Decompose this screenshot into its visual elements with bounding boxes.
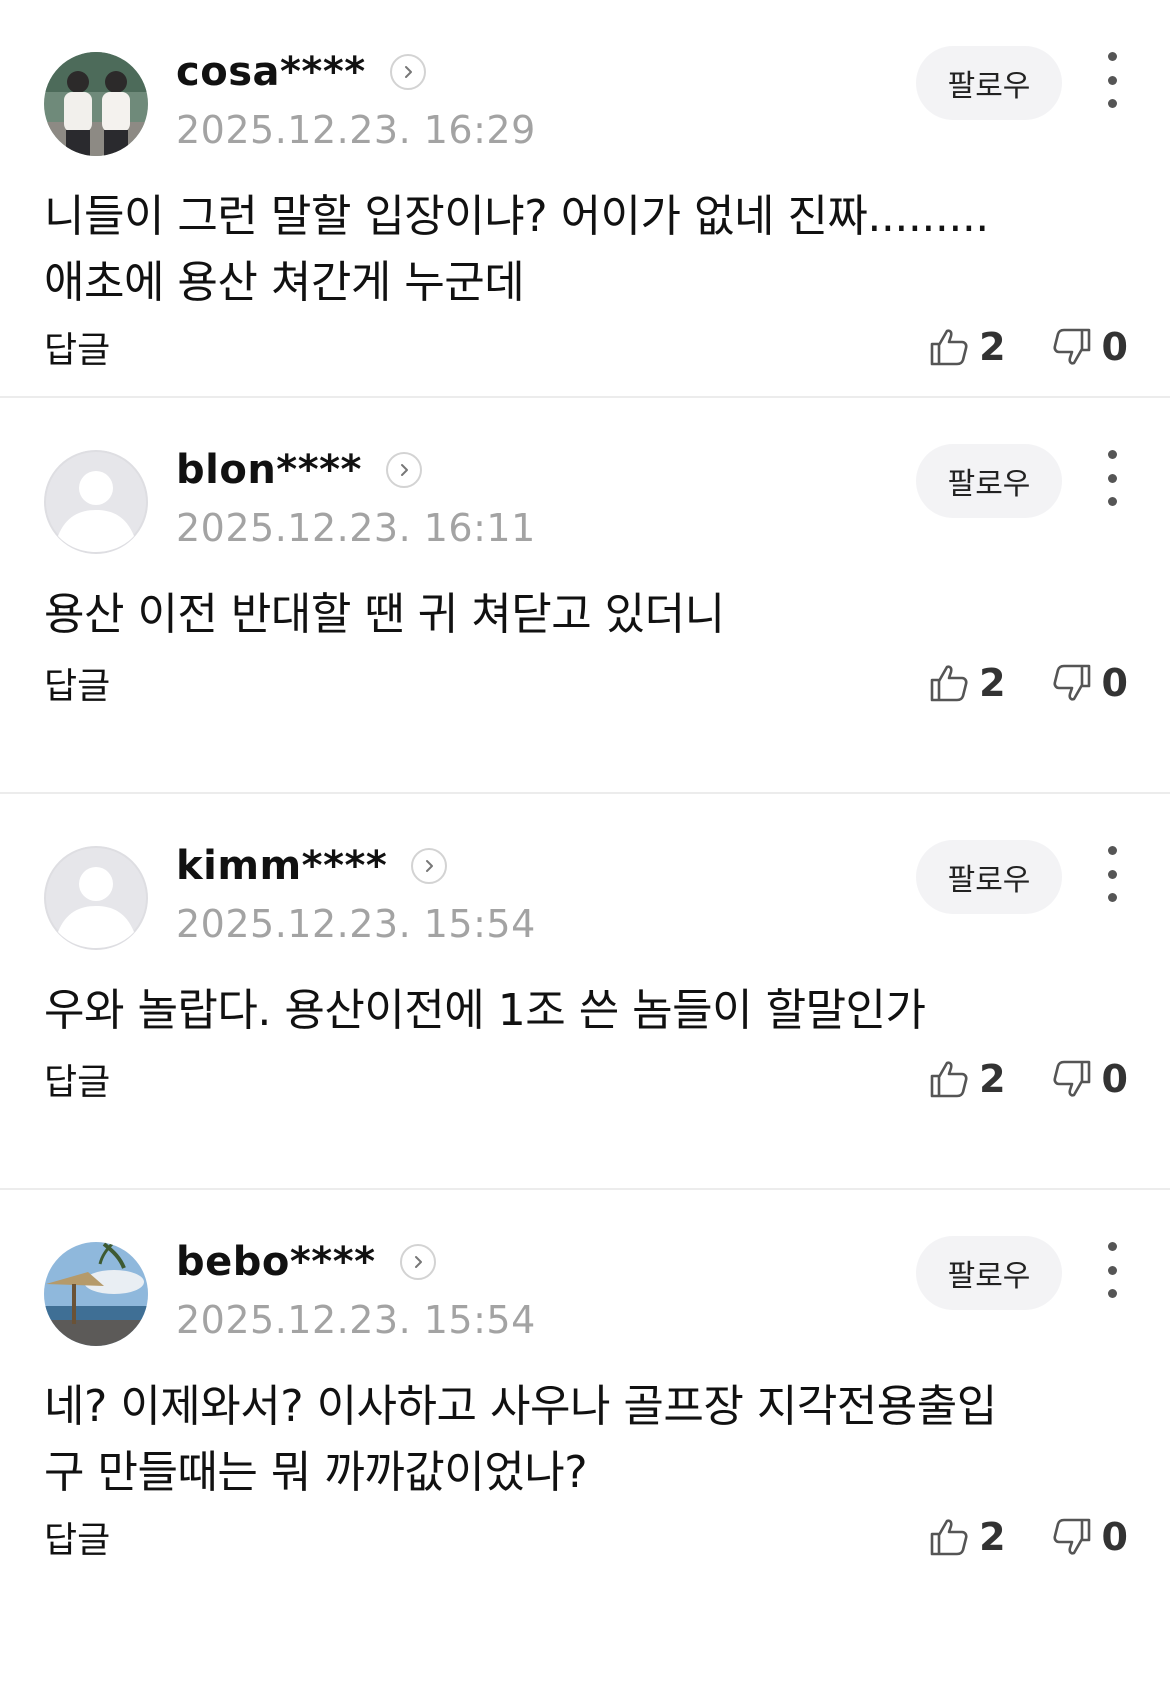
- dislike-button[interactable]: 0: [1052, 1057, 1128, 1101]
- username[interactable]: kimm****: [176, 843, 387, 889]
- like-button[interactable]: 2: [929, 661, 1006, 705]
- thumbs-up-icon: [930, 1519, 968, 1556]
- thumbs-up-icon: [930, 665, 968, 702]
- dislike-button[interactable]: 0: [1052, 1515, 1128, 1559]
- avatar[interactable]: [44, 846, 148, 950]
- like-button[interactable]: 2: [929, 1057, 1006, 1101]
- reply-button[interactable]: 답글: [44, 1511, 110, 1563]
- more-options-icon[interactable]: [1102, 1242, 1122, 1298]
- dislike-count: 0: [1101, 661, 1128, 705]
- default-avatar-icon: [44, 846, 148, 950]
- comment-text: 용산 이전 반대할 땐 귀 쳐닫고 있더니: [44, 582, 1104, 648]
- avatar[interactable]: [44, 1242, 148, 1346]
- reply-button[interactable]: 답글: [44, 321, 110, 373]
- like-count: 2: [979, 1515, 1006, 1559]
- avatar[interactable]: [44, 450, 148, 554]
- comment-item: kimm**** 2025.12.23. 15:54 팔로우 우와 놀랍다. 용…: [0, 792, 1170, 1188]
- comment-text: 우와 놀랍다. 용산이전에 1조 쓴 놈들이 할말인가: [44, 978, 1104, 1044]
- more-options-icon[interactable]: [1102, 846, 1122, 902]
- comment-header: bebo**** 2025.12.23. 15:54 팔로우: [44, 1236, 1128, 1350]
- comment-text-line: 용산 이전 반대할 땐 귀 쳐닫고 있더니: [44, 589, 725, 640]
- comment-meta: blon**** 2025.12.23. 16:11: [176, 447, 536, 550]
- comment-text-line: 니들이 그런 말할 입장이냐? 어이가 없네 진짜.........: [44, 191, 989, 242]
- comment-timestamp: 2025.12.23. 15:54: [176, 1298, 536, 1342]
- vote-group: 2 0: [929, 1057, 1128, 1101]
- user-line: bebo****: [176, 1239, 536, 1285]
- comment-item: blon**** 2025.12.23. 16:11 팔로우 용산 이전 반대할…: [0, 396, 1170, 792]
- comment-meta: cosa**** 2025.12.23. 16:29: [176, 49, 536, 152]
- profile-chevron-right-icon[interactable]: [411, 848, 448, 884]
- like-button[interactable]: 2: [929, 325, 1006, 369]
- comment-meta: kimm**** 2025.12.23. 15:54: [176, 843, 536, 946]
- user-line: blon****: [176, 447, 536, 493]
- vote-group: 2 0: [929, 1515, 1128, 1559]
- thumbs-down-icon: [1053, 1060, 1090, 1097]
- dislike-button[interactable]: 0: [1052, 661, 1128, 705]
- comment-timestamp: 2025.12.23. 16:11: [176, 506, 536, 550]
- comment-header: cosa**** 2025.12.23. 16:29 팔로우: [44, 46, 1128, 160]
- default-avatar-icon: [44, 450, 148, 554]
- comment-text-line: 애초에 용산 쳐간게 누군데: [44, 257, 525, 308]
- avatar-photo-beach: [44, 1242, 148, 1346]
- comment-meta: bebo**** 2025.12.23. 15:54: [176, 1239, 536, 1342]
- thumbs-up-icon: [930, 329, 968, 366]
- comment-text-line: 우와 놀랍다. 용산이전에 1조 쓴 놈들이 할말인가: [44, 985, 926, 1036]
- follow-button[interactable]: 팔로우: [916, 1236, 1062, 1310]
- comment-text-line: 구 만들때는 뭐 까까값이었나?: [44, 1447, 588, 1498]
- avatar-photo-two-men: [44, 52, 148, 156]
- user-line: cosa****: [176, 49, 536, 95]
- thumbs-up-icon: [930, 1061, 968, 1098]
- comment-timestamp: 2025.12.23. 15:54: [176, 902, 536, 946]
- profile-chevron-right-icon[interactable]: [399, 1244, 436, 1280]
- like-button[interactable]: 2: [929, 1515, 1006, 1559]
- dislike-count: 0: [1101, 1515, 1128, 1559]
- comment-actions: 답글 2 0: [44, 1512, 1128, 1562]
- comment-text-line: 네? 이제와서? 이사하고 사우나 골프장 지각전용출입: [44, 1381, 997, 1432]
- comment-item: bebo**** 2025.12.23. 15:54 팔로우 네? 이제와서? …: [0, 1188, 1170, 1648]
- dislike-count: 0: [1101, 1057, 1128, 1101]
- reply-button[interactable]: 답글: [44, 1053, 110, 1105]
- like-count: 2: [979, 661, 1006, 705]
- comment-actions: 답글 2 0: [44, 1054, 1128, 1104]
- comment-item: cosa**** 2025.12.23. 16:29 팔로우 니들이 그런 말할…: [0, 0, 1170, 396]
- follow-button[interactable]: 팔로우: [916, 840, 1062, 914]
- avatar[interactable]: [44, 52, 148, 156]
- thumbs-down-icon: [1053, 1518, 1090, 1555]
- reply-button[interactable]: 답글: [44, 657, 110, 709]
- comment-actions: 답글 2 0: [44, 658, 1128, 708]
- comment-header: blon**** 2025.12.23. 16:11 팔로우: [44, 444, 1128, 558]
- username[interactable]: blon****: [176, 447, 362, 493]
- user-line: kimm****: [176, 843, 536, 889]
- comment-text: 네? 이제와서? 이사하고 사우나 골프장 지각전용출입 구 만들때는 뭐 까까…: [44, 1374, 1104, 1506]
- profile-chevron-right-icon[interactable]: [385, 452, 422, 488]
- like-count: 2: [979, 325, 1006, 369]
- comment-timestamp: 2025.12.23. 16:29: [176, 108, 536, 152]
- profile-chevron-right-icon[interactable]: [389, 54, 426, 90]
- thumbs-down-icon: [1053, 664, 1090, 701]
- more-options-icon[interactable]: [1102, 450, 1122, 506]
- dislike-count: 0: [1101, 325, 1128, 369]
- thumbs-down-icon: [1053, 328, 1090, 365]
- comment-list: cosa**** 2025.12.23. 16:29 팔로우 니들이 그런 말할…: [0, 0, 1170, 1648]
- dislike-button[interactable]: 0: [1052, 325, 1128, 369]
- username[interactable]: cosa****: [176, 49, 366, 95]
- like-count: 2: [979, 1057, 1006, 1101]
- follow-button[interactable]: 팔로우: [916, 444, 1062, 518]
- comment-text: 니들이 그런 말할 입장이냐? 어이가 없네 진짜......... 애초에 용…: [44, 184, 1104, 316]
- follow-button[interactable]: 팔로우: [916, 46, 1062, 120]
- vote-group: 2 0: [929, 325, 1128, 369]
- vote-group: 2 0: [929, 661, 1128, 705]
- comment-header: kimm**** 2025.12.23. 15:54 팔로우: [44, 840, 1128, 954]
- comment-actions: 답글 2 0: [44, 322, 1128, 372]
- more-options-icon[interactable]: [1102, 52, 1122, 108]
- username[interactable]: bebo****: [176, 1239, 376, 1285]
